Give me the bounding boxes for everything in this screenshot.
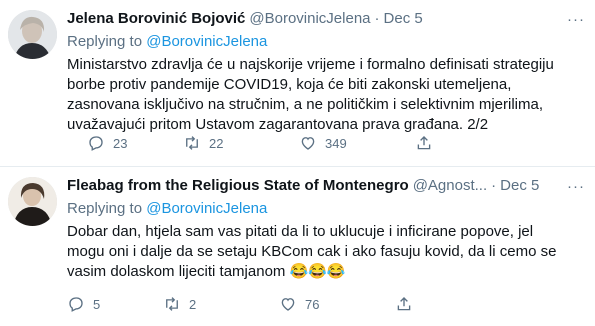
tweet-actions: 23 22 349: [87, 134, 595, 152]
more-dots-icon[interactable]: ···: [567, 178, 585, 195]
like-count: 76: [305, 296, 320, 312]
like-button[interactable]: 349: [299, 134, 415, 152]
tweet[interactable]: Jelena Borovinić Bojović @BorovinicJelen…: [0, 0, 595, 167]
replying-to-label: Replying to: [67, 200, 143, 217]
display-name[interactable]: Jelena Borovinić Bojović: [67, 9, 245, 28]
retweet-icon: [186, 136, 198, 150]
tweet-text: Dobar dan, htjela sam vas pitati da li t…: [67, 223, 557, 280]
replying-to-handle[interactable]: @BorovinicJelena: [146, 33, 267, 50]
tweet-header: Jelena Borovinić Bojović @BorovinicJelen…: [67, 9, 587, 28]
tweet-date[interactable]: Dec 5: [384, 9, 423, 28]
reply-button[interactable]: 23: [87, 134, 183, 152]
retweet-count: 22: [209, 135, 224, 151]
retweet-icon: [166, 297, 178, 311]
tweet-actions: 5 2 76: [67, 295, 595, 313]
avatar[interactable]: [8, 10, 57, 59]
display-name[interactable]: Fleabag from the Religious State of Mont…: [67, 176, 409, 195]
like-button[interactable]: 76: [279, 295, 395, 313]
replying-to-handle[interactable]: @BorovinicJelena: [146, 200, 267, 217]
reply-count: 23: [113, 135, 128, 151]
tweet-text: Ministarstvo zdravlja će u najskorije vr…: [67, 56, 554, 133]
user-handle[interactable]: @Agnost...: [413, 176, 487, 195]
reply-icon: [89, 136, 103, 151]
avatar[interactable]: [8, 177, 57, 226]
retweet-button[interactable]: 22: [183, 134, 299, 152]
share-button[interactable]: [415, 134, 433, 152]
separator-dot: ·: [491, 177, 497, 194]
separator-dot: ·: [374, 10, 380, 27]
like-count: 349: [325, 135, 347, 151]
replying-to: Replying to @BorovinicJelena: [67, 32, 587, 51]
share-icon: [397, 297, 411, 311]
user-handle[interactable]: @BorovinicJelena: [249, 9, 370, 28]
tweet-date[interactable]: Dec 5: [500, 176, 539, 195]
reply-button[interactable]: 5: [67, 295, 163, 313]
tweet-header: Fleabag from the Religious State of Mont…: [67, 176, 587, 195]
more-dots-icon[interactable]: ···: [567, 11, 585, 28]
share-icon: [417, 136, 431, 150]
heart-icon: [281, 298, 295, 311]
replying-to-label: Replying to: [67, 33, 143, 50]
replying-to: Replying to @BorovinicJelena: [67, 199, 587, 218]
reply-count: 5: [93, 296, 101, 312]
retweet-button[interactable]: 2: [163, 295, 279, 313]
reply-icon: [69, 297, 83, 312]
share-button[interactable]: [395, 295, 413, 313]
retweet-count: 2: [189, 296, 197, 312]
tweet[interactable]: Fleabag from the Religious State of Mont…: [0, 167, 595, 326]
heart-icon: [301, 137, 315, 150]
